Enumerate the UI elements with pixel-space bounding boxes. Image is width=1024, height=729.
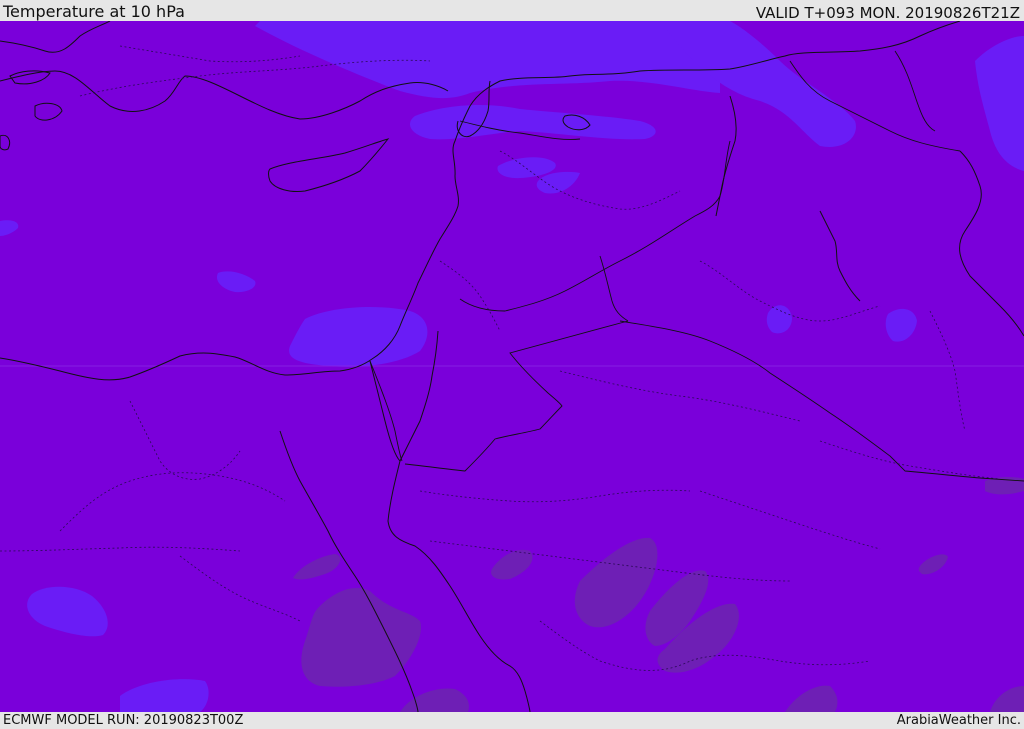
credit-label: ArabiaWeather Inc.	[896, 713, 1021, 728]
weather-map-page: Temperature at 10 hPa VALID T+093 MON. 2…	[0, 0, 1024, 729]
map-title: Temperature at 10 hPa	[3, 2, 185, 21]
temperature-map[interactable]	[0, 21, 1024, 712]
valid-time-label: VALID T+093 MON. 20190826T21Z	[755, 4, 1020, 22]
footer-bar: ECMWF MODEL RUN: 20190823T00Z ArabiaWeat…	[0, 712, 1024, 729]
model-run-label: ECMWF MODEL RUN: 20190823T00Z	[3, 713, 244, 728]
header-bar: Temperature at 10 hPa VALID T+093 MON. 2…	[0, 0, 1024, 22]
map-canvas	[0, 21, 1024, 712]
